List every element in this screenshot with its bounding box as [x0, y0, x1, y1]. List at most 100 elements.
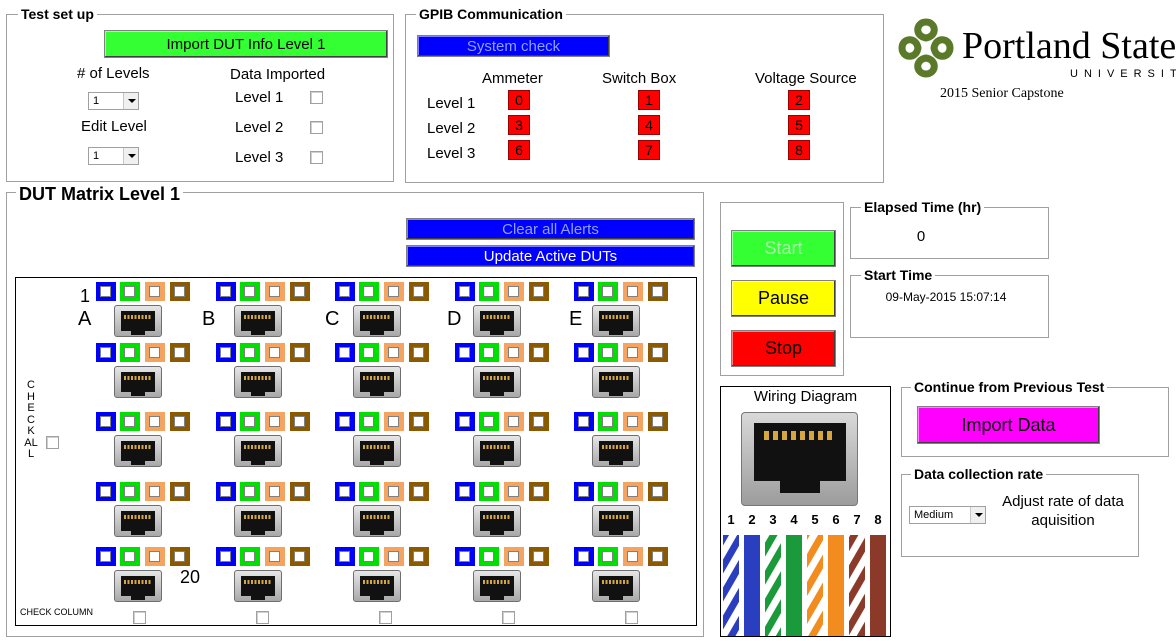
- active-checkbox[interactable]: [339, 347, 350, 358]
- fail-checkbox[interactable]: [413, 286, 424, 297]
- warn-checkbox[interactable]: [388, 486, 399, 497]
- active-checkbox[interactable]: [459, 286, 470, 297]
- warn-checkbox[interactable]: [269, 416, 280, 427]
- pass-checkbox[interactable]: [602, 416, 613, 427]
- pass-checkbox[interactable]: [244, 486, 255, 497]
- pass-checkbox[interactable]: [602, 486, 613, 497]
- pass-checkbox[interactable]: [124, 416, 135, 427]
- active-checkbox[interactable]: [459, 486, 470, 497]
- warn-checkbox[interactable]: [508, 551, 519, 562]
- imported-level-2-checkbox[interactable]: [310, 121, 323, 134]
- active-checkbox[interactable]: [339, 551, 350, 562]
- check-column-c-checkbox[interactable]: [379, 611, 392, 624]
- fail-checkbox[interactable]: [174, 286, 185, 297]
- pass-checkbox[interactable]: [483, 286, 494, 297]
- warn-checkbox[interactable]: [149, 551, 160, 562]
- pass-checkbox[interactable]: [244, 551, 255, 562]
- warn-checkbox[interactable]: [508, 286, 519, 297]
- fail-checkbox[interactable]: [294, 486, 305, 497]
- pass-checkbox[interactable]: [363, 286, 374, 297]
- pass-checkbox[interactable]: [602, 347, 613, 358]
- warn-checkbox[interactable]: [627, 416, 638, 427]
- imported-level-1-checkbox[interactable]: [310, 91, 323, 104]
- import-data-button[interactable]: Import Data: [917, 406, 1100, 444]
- fail-checkbox[interactable]: [652, 486, 663, 497]
- fail-checkbox[interactable]: [294, 286, 305, 297]
- pass-checkbox[interactable]: [483, 486, 494, 497]
- pass-checkbox[interactable]: [244, 416, 255, 427]
- active-checkbox[interactable]: [100, 347, 111, 358]
- warn-checkbox[interactable]: [269, 551, 280, 562]
- fail-checkbox[interactable]: [652, 286, 663, 297]
- active-checkbox[interactable]: [459, 416, 470, 427]
- warn-checkbox[interactable]: [388, 551, 399, 562]
- fail-checkbox[interactable]: [174, 416, 185, 427]
- data-rate-select[interactable]: Medium: [909, 506, 986, 524]
- num-levels-select[interactable]: 1: [88, 92, 139, 110]
- fail-checkbox[interactable]: [652, 551, 663, 562]
- active-checkbox[interactable]: [100, 551, 111, 562]
- active-checkbox[interactable]: [100, 486, 111, 497]
- active-checkbox[interactable]: [578, 486, 589, 497]
- fail-checkbox[interactable]: [533, 551, 544, 562]
- warn-checkbox[interactable]: [508, 486, 519, 497]
- pass-checkbox[interactable]: [244, 286, 255, 297]
- active-checkbox[interactable]: [459, 551, 470, 562]
- pass-checkbox[interactable]: [124, 347, 135, 358]
- pass-checkbox[interactable]: [244, 347, 255, 358]
- stop-button[interactable]: Stop: [731, 330, 836, 367]
- pass-checkbox[interactable]: [124, 486, 135, 497]
- fail-checkbox[interactable]: [533, 486, 544, 497]
- pass-checkbox[interactable]: [483, 416, 494, 427]
- warn-checkbox[interactable]: [627, 286, 638, 297]
- warn-checkbox[interactable]: [149, 286, 160, 297]
- active-checkbox[interactable]: [220, 551, 231, 562]
- check-column-e-checkbox[interactable]: [625, 611, 638, 624]
- check-column-b-checkbox[interactable]: [256, 611, 269, 624]
- warn-checkbox[interactable]: [627, 551, 638, 562]
- active-checkbox[interactable]: [220, 486, 231, 497]
- fail-checkbox[interactable]: [413, 551, 424, 562]
- pass-checkbox[interactable]: [602, 551, 613, 562]
- fail-checkbox[interactable]: [174, 347, 185, 358]
- imported-level-3-checkbox[interactable]: [310, 151, 323, 164]
- pass-checkbox[interactable]: [124, 551, 135, 562]
- fail-checkbox[interactable]: [294, 347, 305, 358]
- fail-checkbox[interactable]: [174, 486, 185, 497]
- fail-checkbox[interactable]: [413, 486, 424, 497]
- check-column-d-checkbox[interactable]: [502, 611, 515, 624]
- fail-checkbox[interactable]: [533, 416, 544, 427]
- edit-level-select[interactable]: 1: [88, 147, 139, 165]
- warn-checkbox[interactable]: [388, 416, 399, 427]
- warn-checkbox[interactable]: [508, 416, 519, 427]
- warn-checkbox[interactable]: [149, 347, 160, 358]
- warn-checkbox[interactable]: [269, 486, 280, 497]
- start-button[interactable]: Start: [731, 230, 836, 267]
- warn-checkbox[interactable]: [269, 286, 280, 297]
- active-checkbox[interactable]: [578, 416, 589, 427]
- fail-checkbox[interactable]: [533, 286, 544, 297]
- fail-checkbox[interactable]: [174, 551, 185, 562]
- fail-checkbox[interactable]: [652, 347, 663, 358]
- active-checkbox[interactable]: [578, 551, 589, 562]
- pass-checkbox[interactable]: [483, 551, 494, 562]
- fail-checkbox[interactable]: [294, 551, 305, 562]
- active-checkbox[interactable]: [220, 347, 231, 358]
- import-dut-info-button[interactable]: Import DUT Info Level 1: [104, 30, 388, 58]
- active-checkbox[interactable]: [339, 416, 350, 427]
- fail-checkbox[interactable]: [413, 416, 424, 427]
- warn-checkbox[interactable]: [388, 286, 399, 297]
- pass-checkbox[interactable]: [602, 286, 613, 297]
- check-column-a-checkbox[interactable]: [133, 611, 146, 624]
- warn-checkbox[interactable]: [627, 486, 638, 497]
- warn-checkbox[interactable]: [269, 347, 280, 358]
- active-checkbox[interactable]: [100, 416, 111, 427]
- active-checkbox[interactable]: [578, 286, 589, 297]
- pass-checkbox[interactable]: [363, 551, 374, 562]
- warn-checkbox[interactable]: [149, 416, 160, 427]
- fail-checkbox[interactable]: [652, 416, 663, 427]
- warn-checkbox[interactable]: [508, 347, 519, 358]
- active-checkbox[interactable]: [339, 286, 350, 297]
- system-check-button[interactable]: System check: [417, 35, 610, 57]
- update-active-duts-button[interactable]: Update Active DUTs: [406, 245, 695, 267]
